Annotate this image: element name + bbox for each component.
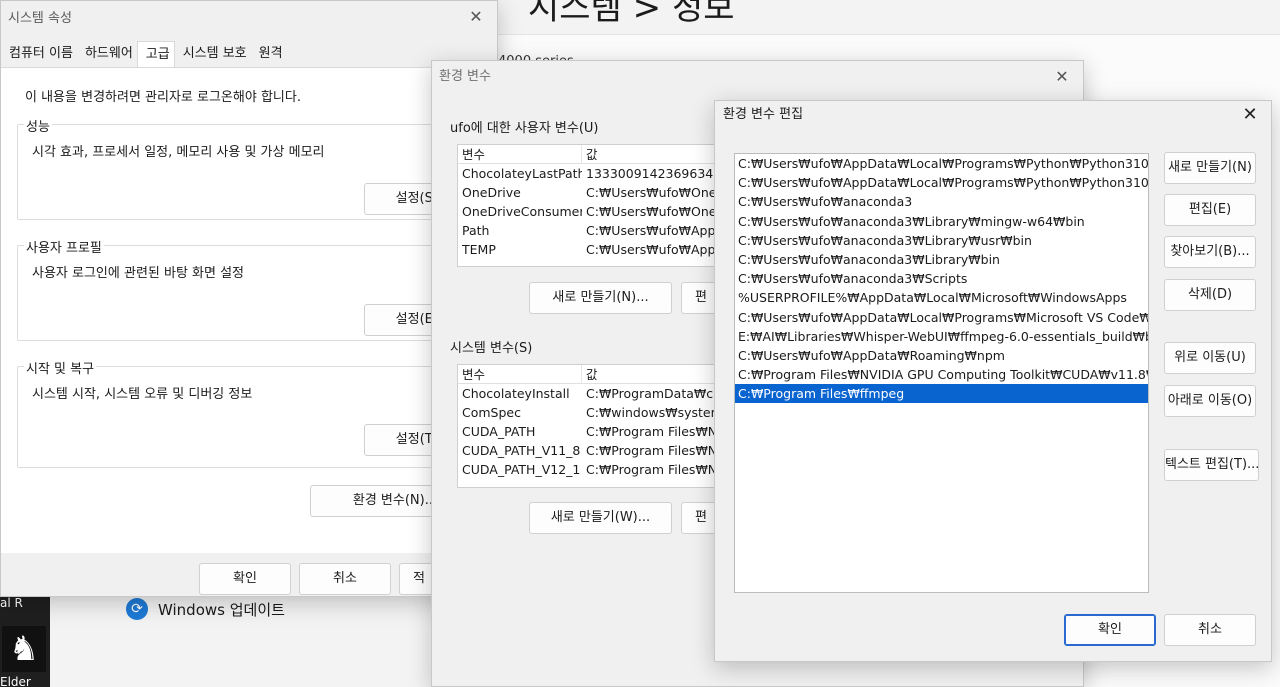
path-item[interactable]: C:₩Users₩ufo₩anaconda3₩Library₩usr₩bin [735, 231, 1148, 250]
close-icon[interactable]: ✕ [465, 6, 487, 28]
windows-update-label: Windows 업데이트 [158, 600, 285, 619]
browse-button[interactable]: 찾아보기(B)... [1164, 236, 1256, 268]
window-title: 시스템 속성 [8, 11, 72, 26]
path-item[interactable]: E:₩AI₩Libraries₩Whisper-WebUI₩ffmpeg-6.0… [735, 327, 1148, 346]
path-item[interactable]: C:₩Program Files₩ffmpeg [735, 384, 1148, 404]
system-variables-label: 시스템 변수(S) [450, 341, 533, 356]
app-label-top: al R [0, 596, 23, 610]
table-row[interactable]: ChocolateyLastPath... 133300914236963498 [458, 164, 736, 183]
variable-value: C:₩Users₩ufo₩OneDri [586, 185, 735, 200]
advanced-tab-panel: 이 내용을 변경하려면 관리자로 로그온해야 합니다. 성능 시각 효과, 프로… [1, 67, 498, 553]
variable-value: C:₩Users₩ufo₩AppDat [586, 242, 736, 257]
move-up-button[interactable]: 위로 이동(U) [1164, 342, 1256, 374]
group-description: 사용자 로그인에 관련된 바탕 화면 설정 [32, 266, 245, 281]
cancel-button[interactable]: 취소 [299, 563, 391, 595]
close-icon[interactable]: ✕ [1239, 104, 1261, 126]
path-item[interactable]: C:₩Users₩ufo₩anaconda3₩Scripts [735, 269, 1148, 288]
variable-name: ChocolateyInstall [462, 386, 570, 401]
table-row[interactable]: TEMP C:₩Users₩ufo₩AppDat [458, 240, 736, 259]
path-item[interactable]: C:₩Users₩ufo₩anaconda3₩Library₩mingw-w64… [735, 212, 1148, 231]
variable-value: C:₩Program Files₩NVI [586, 443, 730, 458]
variable-value: C:₩windows₩system32 [586, 405, 736, 420]
group-legend: 성능 [24, 116, 52, 135]
settings-page-title: 시스템 > 정보 [528, 0, 735, 28]
path-item[interactable]: %USERPROFILE%₩AppData₩Local₩Microsoft₩Wi… [735, 288, 1148, 307]
path-item[interactable]: C:₩Users₩ufo₩AppData₩Local₩Programs₩Pyth… [735, 154, 1148, 173]
variable-name: CUDA_PATH_V12_1 [462, 462, 581, 477]
tab-remote[interactable]: 원격 [251, 41, 287, 67]
window-title: 환경 변수 편집 [723, 107, 804, 122]
ok-button[interactable]: 확인 [1064, 614, 1156, 646]
variable-name: CUDA_PATH [462, 424, 536, 439]
ok-button[interactable]: 확인 [199, 563, 291, 595]
table-row[interactable]: CUDA_PATH_V11_8 C:₩Program Files₩NVI [458, 441, 736, 460]
delete-button[interactable]: 삭제(D) [1164, 279, 1256, 311]
new-path-button[interactable]: 새로 만들기(N) [1164, 152, 1256, 184]
variable-name: ChocolateyLastPath... [462, 166, 582, 181]
system-variables-list[interactable]: 변수 값 ChocolateyInstall C:₩ProgramData₩cho… [457, 364, 737, 488]
startup-recovery-group: 시작 및 복구 시스템 시작, 시스템 오류 및 디버깅 정보 설정(T)... [17, 358, 482, 468]
user-new-button[interactable]: 새로 만들기(N)... [529, 282, 672, 314]
column-header-variable[interactable]: 변수 [458, 365, 582, 383]
path-item[interactable]: C:₩Users₩ufo₩anaconda3 [735, 192, 1148, 211]
app-label-bottom: Elder [0, 675, 31, 687]
variable-value: 133300914236963498 [586, 166, 730, 181]
variable-value: C:₩Users₩ufo₩AppDat [586, 223, 736, 238]
table-row[interactable]: OneDrive C:₩Users₩ufo₩OneDri [458, 183, 736, 202]
list-header: 변수 값 [458, 365, 736, 384]
group-description: 시스템 시작, 시스템 오류 및 디버깅 정보 [32, 387, 253, 402]
group-description: 시각 효과, 프로세서 일정, 메모리 사용 및 가상 메모리 [32, 145, 325, 160]
variable-value: C:₩ProgramData₩choc [586, 386, 736, 401]
variable-name: OneDriveConsumer [462, 204, 582, 219]
system-new-button[interactable]: 새로 만들기(W)... [529, 502, 672, 534]
admin-notice: 이 내용을 변경하려면 관리자로 로그온해야 합니다. [25, 90, 301, 105]
variable-name: ComSpec [462, 405, 521, 420]
variable-name: TEMP [462, 242, 496, 257]
edit-path-button[interactable]: 편집(E) [1164, 194, 1256, 226]
table-row[interactable]: ComSpec C:₩windows₩system32 [458, 403, 736, 422]
user-profile-group: 사용자 프로필 사용자 로그인에 관련된 바탕 화면 설정 설정(E)... [17, 237, 482, 341]
tab-advanced[interactable]: 고급 [136, 41, 175, 67]
variable-value: C:₩Program Files₩NVI [586, 462, 730, 477]
system-properties-window: 시스템 속성 ✕ 컴퓨터 이름 하드웨어 고급 시스템 보호 원격 이 내용을 … [0, 0, 498, 597]
tab-computer-name[interactable]: 컴퓨터 이름 [1, 41, 77, 67]
path-item[interactable]: C:₩Users₩ufo₩AppData₩Local₩Programs₩Micr… [735, 308, 1148, 327]
group-legend: 시작 및 복구 [24, 358, 97, 377]
window-title: 환경 변수 [439, 69, 491, 84]
refresh-icon: ⟳ [126, 598, 148, 620]
user-variables-label: ufo에 대한 사용자 변수(U) [450, 121, 599, 136]
game-icon[interactable]: ♞ [2, 626, 46, 672]
path-item[interactable]: C:₩Users₩ufo₩AppData₩Local₩Programs₩Pyth… [735, 173, 1148, 192]
path-item[interactable]: C:₩Users₩ufo₩AppData₩Roaming₩npm [735, 346, 1148, 365]
table-row[interactable]: OneDriveConsumer C:₩Users₩ufo₩OneDri [458, 202, 736, 221]
table-row[interactable]: CUDA_PATH_V12_1 C:₩Program Files₩NVI [458, 460, 736, 479]
variable-value: C:₩Program Files₩NVI [586, 424, 730, 439]
tab-hardware[interactable]: 하드웨어 [77, 41, 137, 67]
table-row[interactable]: ChocolateyInstall C:₩ProgramData₩choc [458, 384, 736, 403]
group-legend: 사용자 프로필 [24, 237, 104, 256]
column-header-variable[interactable]: 변수 [458, 145, 582, 163]
edit-text-button[interactable]: 텍스트 편집(T)... [1164, 449, 1259, 481]
path-item[interactable]: C:₩Program Files₩NVIDIA GPU Computing To… [735, 365, 1148, 384]
variable-name: Path [462, 223, 490, 238]
path-item[interactable]: C:₩Users₩ufo₩anaconda3₩Library₩bin [735, 250, 1148, 269]
column-header-value[interactable]: 값 [582, 145, 736, 163]
column-header-value[interactable]: 값 [582, 365, 736, 383]
close-icon[interactable]: ✕ [1051, 66, 1073, 88]
table-row[interactable]: CUDA_PATH C:₩Program Files₩NVI [458, 422, 736, 441]
path-list[interactable]: C:₩Users₩ufo₩AppData₩Local₩Programs₩Pyth… [734, 153, 1149, 593]
variable-name: OneDrive [462, 185, 521, 200]
tab-system-protection[interactable]: 시스템 보호 [175, 41, 251, 67]
table-row[interactable]: Path C:₩Users₩ufo₩AppDat [458, 221, 736, 240]
cancel-button[interactable]: 취소 [1164, 614, 1256, 646]
windows-update-item[interactable]: ⟳ Windows 업데이트 [126, 598, 285, 620]
user-variables-list[interactable]: 변수 값 ChocolateyLastPath... 13330091423696… [457, 144, 737, 267]
performance-group: 성능 시각 효과, 프로세서 일정, 메모리 사용 및 가상 메모리 설정(S)… [17, 116, 482, 220]
tab-bar: 컴퓨터 이름 하드웨어 고급 시스템 보호 원격 [1, 41, 287, 67]
variable-name: CUDA_PATH_V11_8 [462, 443, 581, 458]
move-down-button[interactable]: 아래로 이동(O) [1164, 385, 1256, 417]
variable-value: C:₩Users₩ufo₩OneDri [586, 204, 735, 219]
list-header: 변수 값 [458, 145, 736, 164]
edit-environment-variable-window: 환경 변수 편집 ✕ C:₩Users₩ufo₩AppData₩Local₩Pr… [714, 100, 1272, 662]
